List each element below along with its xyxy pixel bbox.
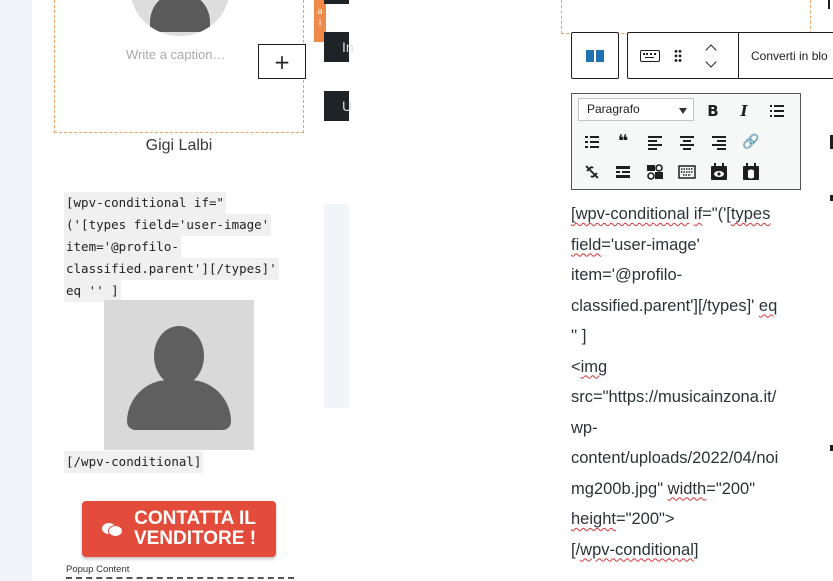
shortcode-line: item='@profilo- xyxy=(64,236,181,258)
left-editor-canvas: a l Write a caption… + Gigi Lalbi [wpv-c… xyxy=(32,0,349,581)
align-center-icon[interactable] xyxy=(676,131,698,153)
conditional-output-icon[interactable] xyxy=(708,161,730,183)
keyboard-icon[interactable] xyxy=(676,161,698,183)
edge-mark xyxy=(828,0,830,9)
block-toolbar: Converti in blo xyxy=(571,32,833,79)
placeholder-user-image[interactable] xyxy=(104,300,254,450)
numbered-list-icon[interactable] xyxy=(581,131,603,153)
shortcode-end: [/wpv-conditional] xyxy=(64,451,204,473)
align-left-icon[interactable] xyxy=(644,131,666,153)
link-icon[interactable]: 🔗 xyxy=(740,131,762,153)
cta-label-line2: VENDITORE ! xyxy=(133,528,257,549)
dark-bar-top xyxy=(324,0,349,4)
italic-button[interactable]: I xyxy=(733,100,755,122)
editor-line: src="https://musicainzona.it/ xyxy=(571,388,777,406)
align-right-icon[interactable] xyxy=(708,131,730,153)
author-name: Gigi Lalbi xyxy=(145,137,213,154)
popup-content-label: Popup Content xyxy=(66,564,130,575)
add-block-button[interactable]: + xyxy=(258,44,306,79)
contact-seller-button[interactable]: CONTATTA IL VENDITORE ! xyxy=(82,501,276,557)
cta-label-line1: CONTATTA IL xyxy=(134,508,256,529)
editor-line: [/wpv-conditional] xyxy=(571,540,699,559)
toolset-fields-icon[interactable] xyxy=(644,161,666,183)
editor-line: item='@profilo- xyxy=(571,266,683,284)
editor-line: [wpv-conditional if="('[types xyxy=(571,205,771,223)
shortcode-line: eq '' ] xyxy=(64,280,121,302)
dark-bar-1[interactable]: In xyxy=(324,32,354,62)
popup-border xyxy=(66,577,294,579)
unlink-icon[interactable] xyxy=(581,161,603,183)
editor-line: classified.parent'][/types]' eq xyxy=(571,296,778,315)
read-more-icon[interactable] xyxy=(612,161,634,183)
move-up-down-icon[interactable] xyxy=(704,42,718,70)
dark-bar-2[interactable]: U xyxy=(324,91,352,121)
editor-line: '' ] xyxy=(571,327,587,345)
format-select[interactable]: Paragrafo xyxy=(578,98,694,121)
bold-button[interactable]: B xyxy=(702,100,724,122)
columns-icon xyxy=(586,49,604,62)
editor-line: height="200"> xyxy=(571,510,675,528)
shortcode-line: [wpv-conditional if=" xyxy=(64,192,227,214)
keyboard-icon[interactable] xyxy=(640,49,660,62)
editor-line: mg200b.jpg" width="200" xyxy=(571,479,756,498)
chat-icon xyxy=(101,521,124,537)
classic-editor-toolbar: Paragrafo B I ❝ 🔗 xyxy=(571,93,801,190)
convert-to-blocks-button[interactable]: Converti in blo xyxy=(751,49,833,63)
fields-and-views-icon[interactable] xyxy=(740,161,762,183)
avatar xyxy=(130,0,230,36)
middle-panel xyxy=(349,0,539,581)
bullet-list-icon[interactable] xyxy=(766,100,788,122)
right-editor-canvas: Converti in blo Paragrafo B I ❝ 🔗 [wpv-c… xyxy=(539,0,833,581)
editor-line: wp- xyxy=(571,418,598,437)
editor-content[interactable]: [wpv-conditional if="('[types field='use… xyxy=(571,199,801,565)
block-toolbar-group: Converti in blo xyxy=(627,32,833,79)
editor-line: field='user-image' xyxy=(571,235,700,254)
image-block[interactable]: a l Write a caption… + xyxy=(54,0,326,133)
caption-input[interactable]: Write a caption… xyxy=(126,47,225,62)
blockquote-icon[interactable]: ❝ xyxy=(612,131,634,153)
block-type-button[interactable] xyxy=(571,32,619,79)
shortcode-line: ('[types field='user-image' xyxy=(64,214,272,236)
editor-line: <img xyxy=(571,357,608,376)
editor-line: content/uploads/2022/04/noi xyxy=(571,449,779,467)
middle-divider xyxy=(324,204,349,408)
shortcode-block[interactable]: [wpv-conditional if=" ('[types field='us… xyxy=(64,192,294,302)
block-outline xyxy=(561,0,811,34)
chevron-down-icon xyxy=(679,108,687,114)
shortcode-line: classified.parent'][/types]' xyxy=(64,258,279,280)
drag-handle-icon[interactable] xyxy=(674,48,682,63)
